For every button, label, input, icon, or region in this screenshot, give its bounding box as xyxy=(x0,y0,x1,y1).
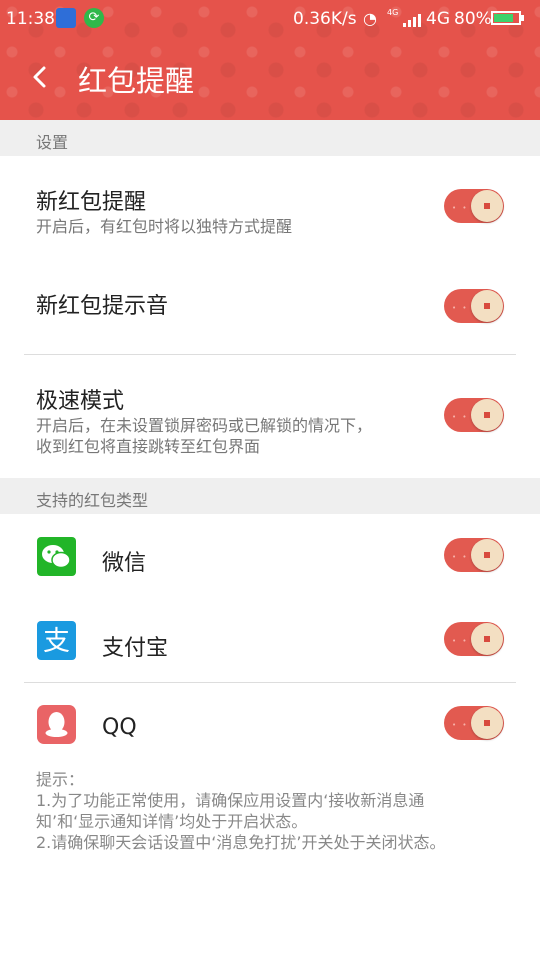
toggle-alert-sound[interactable]: • • • xyxy=(444,289,504,323)
status-bar: 11:38 ⟳ 0.36K/s ◔ 4G 4G 80% xyxy=(0,0,540,38)
signal-icon xyxy=(403,11,425,27)
tips-line: 2.请确保聊天会话设置中‘消息免打扰’开关处于关闭状态。 xyxy=(36,833,446,852)
back-arrow-icon xyxy=(33,66,46,88)
toggle-qq[interactable]: • • • xyxy=(444,706,504,740)
type-row-qq[interactable]: QQ • • • xyxy=(0,683,540,765)
alipay-icon: 支 xyxy=(37,621,76,660)
back-button[interactable] xyxy=(26,62,56,92)
setting-row-fast-mode[interactable]: 极速模式 开启后，在未设置锁屏密码或已解锁的情况下， 收到红包将直接跳转至红包界… xyxy=(0,355,540,478)
qq-icon xyxy=(37,705,76,744)
net-type: 4G xyxy=(426,9,450,29)
row-description: 开启后，有红包时将以独特方式提醒 xyxy=(36,217,293,236)
type-row-alipay[interactable]: 支 支付宝 • • • xyxy=(0,599,540,682)
row-title: 新红包提示音 xyxy=(36,294,169,319)
toggle-new-packet-alert[interactable]: • • • xyxy=(444,189,504,223)
row-title: 极速模式 xyxy=(36,389,125,414)
type-row-wechat[interactable]: 微信 • • • xyxy=(0,514,540,599)
small-net-label: 4G xyxy=(387,8,399,17)
data-saver-icon: ◔ xyxy=(363,9,377,28)
app-name: 支付宝 xyxy=(102,636,169,661)
battery-tip xyxy=(521,15,524,21)
toggle-wechat[interactable]: • • • xyxy=(444,538,504,572)
app-name: QQ xyxy=(102,715,137,740)
row-description: 开启后，在未设置锁屏密码或已解锁的情况下， xyxy=(36,416,373,435)
page-title: 红包提醒 xyxy=(78,64,195,98)
green-app-icon: ⟳ xyxy=(84,8,104,28)
tips-block: 提示： 1.为了功能正常使用，请确保应用设置内‘接收新消息通 知’和‘显示通知详… xyxy=(36,769,506,853)
battery-percent: 80% xyxy=(454,9,492,29)
setting-row-alert-sound[interactable]: 新红包提示音 • • • xyxy=(0,254,540,354)
section-header-settings: 设置 xyxy=(0,120,540,156)
app-name: 微信 xyxy=(102,551,147,576)
battery-icon xyxy=(491,11,521,25)
setting-row-new-packet-alert[interactable]: 新红包提醒 开启后，有红包时将以独特方式提醒 • • • xyxy=(0,156,540,254)
section-header-types: 支持的红包类型 xyxy=(0,478,540,514)
battery-fill xyxy=(494,14,514,22)
toggle-fast-mode[interactable]: • • • xyxy=(444,398,504,432)
wechat-icon xyxy=(37,537,76,576)
header-bar: 11:38 ⟳ 0.36K/s ◔ 4G 4G 80% 红包提醒 xyxy=(0,0,540,120)
row-description: 收到红包将直接跳转至红包界面 xyxy=(36,437,261,456)
tips-label: 提示： xyxy=(36,770,85,789)
status-time: 11:38 xyxy=(6,9,55,29)
toggle-alipay[interactable]: • • • xyxy=(444,622,504,656)
svg-text:支: 支 xyxy=(43,626,70,657)
tips-line: 知’和‘显示通知详情’均处于开启状态。 xyxy=(36,812,308,831)
tips-line: 1.为了功能正常使用，请确保应用设置内‘接收新消息通 xyxy=(36,791,425,810)
row-title: 新红包提醒 xyxy=(36,190,147,215)
net-speed: 0.36K/s xyxy=(293,9,357,29)
sim-card-icon xyxy=(56,8,76,28)
section-label: 设置 xyxy=(36,133,69,152)
section-label: 支持的红包类型 xyxy=(36,491,149,510)
